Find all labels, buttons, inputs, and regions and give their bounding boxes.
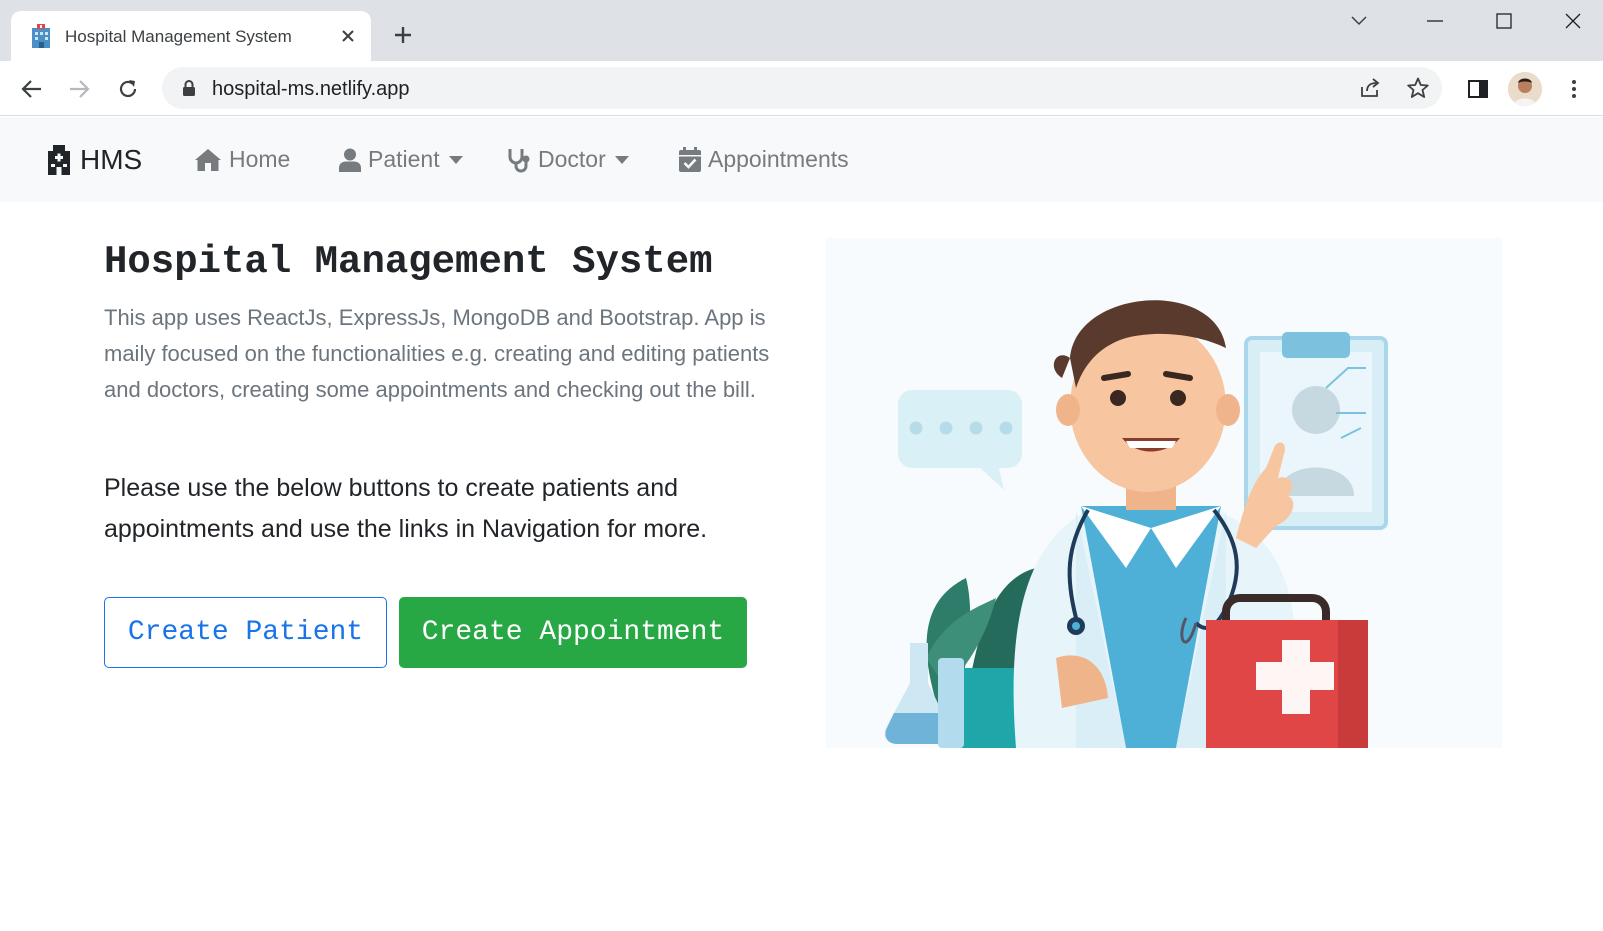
home-icon — [195, 148, 221, 171]
hospital-favicon-icon — [32, 24, 50, 48]
profile-avatar[interactable] — [1508, 72, 1542, 106]
nav-doctor-dropdown[interactable]: Doctor — [507, 146, 629, 173]
doctor-illustration — [826, 238, 1502, 748]
side-panel-icon[interactable] — [1462, 73, 1494, 105]
nav-appointments-label: Appointments — [708, 146, 849, 172]
nav-home-label: Home — [229, 146, 291, 172]
lock-icon — [183, 80, 195, 96]
create-appointment-button[interactable]: Create Appointment — [399, 597, 747, 668]
tab-search-chevron-icon[interactable] — [1336, 6, 1382, 36]
create-patient-button[interactable]: Create Patient — [104, 597, 387, 668]
address-bar[interactable]: hospital-ms.netlify.app — [162, 67, 1442, 109]
menu-kebab-icon[interactable] — [1558, 73, 1590, 105]
flask-icon — [884, 643, 964, 748]
nav-patient-dropdown[interactable]: Patient — [339, 146, 463, 173]
close-window-icon[interactable] — [1550, 6, 1596, 36]
page-title: Hospital Management System — [104, 240, 713, 284]
bookmark-star-icon[interactable] — [1405, 75, 1431, 101]
maximize-icon[interactable] — [1481, 6, 1527, 36]
share-icon[interactable] — [1357, 75, 1383, 101]
back-arrow-icon[interactable] — [16, 73, 48, 105]
tab-close-icon[interactable] — [337, 25, 359, 47]
caret-down-icon — [614, 155, 629, 164]
stethoscope-icon — [508, 148, 530, 172]
reload-icon[interactable] — [112, 73, 144, 105]
hospital-icon — [48, 145, 70, 175]
nav-patient-label: Patient — [368, 146, 440, 172]
new-tab-icon[interactable] — [390, 22, 416, 48]
app-navbar: HMS Home Patient Doctor Appointments — [0, 117, 1603, 202]
chat-bubble-icon — [898, 390, 1022, 490]
app-description: This app uses ReactJs, ExpressJs, MongoD… — [104, 305, 770, 402]
browser-toolbar: hospital-ms.netlify.app — [0, 61, 1603, 116]
caret-down-icon — [448, 155, 463, 164]
first-aid-kit-icon — [1206, 594, 1368, 748]
minimize-icon[interactable] — [1412, 6, 1458, 36]
browser-tabstrip: Hospital Management System — [0, 0, 1603, 61]
url-text[interactable]: hospital-ms.netlify.app — [212, 78, 410, 101]
brand-link[interactable]: HMS — [46, 144, 142, 176]
nav-appointments[interactable]: Appointments — [679, 146, 849, 173]
user-icon — [339, 148, 361, 172]
nav-doctor-label: Doctor — [538, 146, 606, 172]
instruction-text: Please use the below buttons to create p… — [104, 474, 708, 543]
nav-home[interactable]: Home — [194, 146, 290, 173]
forward-arrow-icon[interactable] — [63, 73, 95, 105]
calendar-check-icon — [679, 147, 701, 172]
brand-text: HMS — [80, 144, 143, 175]
browser-tab[interactable]: Hospital Management System — [11, 11, 371, 61]
tab-title: Hospital Management System — [65, 27, 292, 46]
